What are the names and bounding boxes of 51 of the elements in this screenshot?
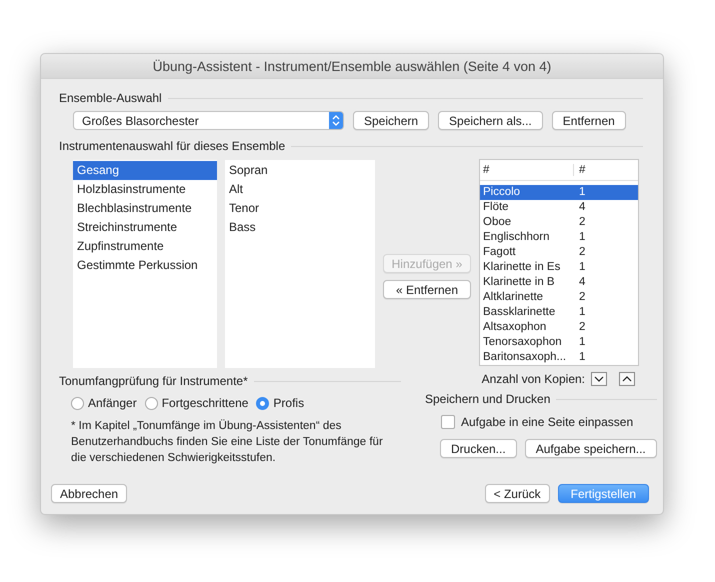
instrument-item[interactable]: Sopran xyxy=(225,161,375,180)
radio-button[interactable] xyxy=(71,396,84,410)
column-header: # xyxy=(480,164,574,176)
ensemble-button[interactable]: Entfernen xyxy=(552,111,626,130)
instrument-item[interactable]: Tenor xyxy=(225,199,375,218)
table-row[interactable]: Tenorsaxophon 1 xyxy=(480,335,638,350)
section-heading: Ensemble-Auswahl xyxy=(59,91,162,105)
ensemble-button[interactable]: Speichern xyxy=(353,111,430,130)
footer-button[interactable]: < Zurück xyxy=(484,484,550,503)
ensemble-button[interactable]: Speichern als... xyxy=(438,111,543,130)
chevron-down-icon[interactable] xyxy=(591,372,607,386)
radio-label[interactable]: Profis xyxy=(273,396,304,410)
section-heading: Speichern und Drucken xyxy=(425,392,550,406)
table-row[interactable]: Bassklarinette 1 xyxy=(480,305,638,320)
section-heading: Tonumfangprüfung für Instrumente* xyxy=(59,374,248,388)
checkbox-label[interactable]: Aufgabe in eine Seite einpassen xyxy=(461,415,634,429)
table-row[interactable]: Piccolo 1 xyxy=(480,185,638,200)
chevron-up-icon[interactable] xyxy=(619,372,635,386)
save-print-button[interactable]: Aufgabe speichern... xyxy=(524,439,657,458)
window-title: Übung-Assistent - Instrument/Ensemble auswählen (Seite 4 von 4) xyxy=(41,54,663,79)
radio-button[interactable] xyxy=(256,396,270,410)
table-row[interactable]: Klarinette in B 4 xyxy=(480,275,638,290)
family-item[interactable]: Holzblasinstrumente xyxy=(73,180,217,199)
ensemble-dropdown[interactable]: Großes Blasorchester xyxy=(73,111,344,130)
transfer-button[interactable]: « Entfernen xyxy=(383,280,471,299)
section-heading: Instrumentenauswahl für dieses Ensemble xyxy=(59,139,286,153)
table-row[interactable]: Oboe 2 xyxy=(480,215,638,230)
instrument-item[interactable]: Alt xyxy=(225,180,375,199)
instrument-item[interactable]: Bass xyxy=(225,218,375,237)
table-row[interactable]: Baritonsaxoph... 1 xyxy=(480,350,638,365)
table-row[interactable]: Klarinette in Es 1 xyxy=(480,260,638,275)
column-header: # xyxy=(578,164,586,176)
copies-label: Anzahl von Kopien: xyxy=(482,372,585,386)
table-row[interactable]: Englischhorn 1 xyxy=(480,230,638,245)
radio-label[interactable]: Fortgeschrittene xyxy=(162,396,248,410)
note-text: * Im Kapitel „Tonumfänge im Übung-Assistenten“ des Benutzerhandbuchs finden Sie eine Liste der Tonumfänge für die verschiedenen Schwierigkeitsstufen. xyxy=(71,418,384,466)
family-item[interactable]: Gesang xyxy=(73,161,217,180)
family-item[interactable]: Blechblasinstrumente xyxy=(73,199,217,218)
family-item[interactable]: Streichinstrumente xyxy=(73,218,217,237)
family-item[interactable]: Gestimmte Perkussion xyxy=(73,256,217,275)
save-print-button[interactable]: Drucken... xyxy=(440,439,517,458)
table-row[interactable]: Fagott 2 xyxy=(480,245,638,260)
stepper-icon xyxy=(329,112,343,129)
table-row[interactable]: Flöte 4 xyxy=(480,200,638,215)
radio-button[interactable] xyxy=(144,396,158,410)
radio-label[interactable]: Anfänger xyxy=(88,396,137,410)
checkbox[interactable] xyxy=(441,415,455,429)
table-row[interactable]: Altklarinette 2 xyxy=(480,290,638,305)
table-row[interactable]: Altsaxophon 2 xyxy=(480,320,638,335)
family-item[interactable]: Zupfinstrumente xyxy=(73,237,217,256)
footer-button[interactable]: Abbrechen xyxy=(51,484,128,503)
